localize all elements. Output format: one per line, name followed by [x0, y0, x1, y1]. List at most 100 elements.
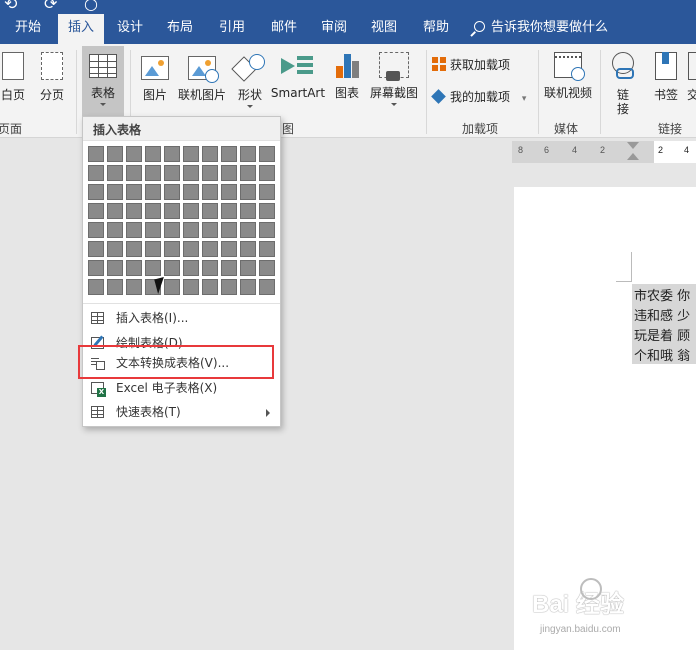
grid-cell[interactable]	[88, 279, 104, 295]
picture-button[interactable]: 图片	[136, 48, 174, 118]
tab-home[interactable]: 开始	[6, 14, 50, 44]
grid-cell[interactable]	[221, 184, 237, 200]
grid-cell[interactable]	[126, 165, 142, 181]
grid-cell[interactable]	[259, 203, 275, 219]
grid-cell[interactable]	[259, 241, 275, 257]
insert-table-item[interactable]: 插入表格(I)...	[83, 306, 280, 331]
grid-cell[interactable]	[164, 146, 180, 162]
grid-cell[interactable]	[221, 241, 237, 257]
grid-cell[interactable]	[240, 241, 256, 257]
grid-cell[interactable]	[183, 222, 199, 238]
grid-cell[interactable]	[88, 184, 104, 200]
grid-cell[interactable]	[202, 146, 218, 162]
grid-cell[interactable]	[240, 165, 256, 181]
grid-cell[interactable]	[240, 222, 256, 238]
grid-cell[interactable]	[88, 222, 104, 238]
grid-cell[interactable]	[107, 184, 123, 200]
grid-cell[interactable]	[183, 184, 199, 200]
grid-cell[interactable]	[164, 222, 180, 238]
selected-text-block[interactable]: 市农委 你 违和感 少 玩是着 顾 个和哦 翁	[632, 284, 696, 364]
grid-cell[interactable]	[259, 222, 275, 238]
grid-cell[interactable]	[183, 146, 199, 162]
grid-cell[interactable]	[107, 165, 123, 181]
grid-cell[interactable]	[221, 279, 237, 295]
grid-cell[interactable]	[107, 279, 123, 295]
indent-marker[interactable]	[627, 141, 639, 163]
grid-cell[interactable]	[107, 241, 123, 257]
grid-cell[interactable]	[164, 184, 180, 200]
grid-cell[interactable]	[240, 184, 256, 200]
grid-cell[interactable]	[183, 279, 199, 295]
customize-icon[interactable]: ○	[84, 0, 98, 13]
tell-me-search[interactable]: 告诉我你想要做什么	[474, 14, 608, 44]
grid-cell[interactable]	[221, 165, 237, 181]
grid-cell[interactable]	[88, 146, 104, 162]
grid-cell[interactable]	[183, 241, 199, 257]
grid-cell[interactable]	[126, 203, 142, 219]
grid-cell[interactable]	[202, 165, 218, 181]
cross-reference-button[interactable]: 交	[686, 48, 696, 118]
grid-cell[interactable]	[164, 241, 180, 257]
grid-cell[interactable]	[107, 146, 123, 162]
grid-cell[interactable]	[240, 203, 256, 219]
blank-page-button[interactable]: 白页	[0, 48, 34, 118]
tab-layout[interactable]: 布局	[158, 14, 202, 44]
tab-mailings[interactable]: 邮件	[262, 14, 306, 44]
grid-cell[interactable]	[145, 165, 161, 181]
grid-cell[interactable]	[145, 241, 161, 257]
grid-cell[interactable]	[202, 184, 218, 200]
page-break-button[interactable]: 分页	[34, 48, 70, 118]
grid-cell[interactable]	[145, 222, 161, 238]
grid-cell[interactable]	[202, 241, 218, 257]
grid-cell[interactable]	[221, 203, 237, 219]
tab-view[interactable]: 视图	[362, 14, 406, 44]
grid-cell[interactable]	[145, 203, 161, 219]
grid-cell[interactable]	[202, 260, 218, 276]
grid-cell[interactable]	[240, 146, 256, 162]
excel-spreadsheet-item[interactable]: Excel 电子表格(X)	[83, 376, 280, 401]
smartart-button[interactable]: SmartArt	[270, 48, 326, 118]
grid-cell[interactable]	[202, 203, 218, 219]
grid-cell[interactable]	[240, 279, 256, 295]
grid-cell[interactable]	[183, 203, 199, 219]
redo-icon[interactable]: ⟳	[44, 0, 57, 13]
grid-cell[interactable]	[164, 203, 180, 219]
grid-cell[interactable]	[221, 146, 237, 162]
quick-tables-item[interactable]: 快速表格(T)	[83, 400, 280, 425]
chart-button[interactable]: 图表	[330, 48, 364, 118]
grid-cell[interactable]	[221, 222, 237, 238]
undo-icon[interactable]: ⟲	[4, 0, 17, 13]
grid-cell[interactable]	[202, 222, 218, 238]
tab-help[interactable]: 帮助	[414, 14, 458, 44]
grid-cell[interactable]	[183, 165, 199, 181]
grid-cell[interactable]	[126, 279, 142, 295]
online-video-button[interactable]: 联机视频	[542, 48, 594, 118]
grid-cell[interactable]	[259, 279, 275, 295]
shapes-button[interactable]: 形状	[232, 48, 268, 118]
grid-cell[interactable]	[107, 203, 123, 219]
table-size-grid[interactable]	[88, 146, 278, 297]
grid-cell[interactable]	[164, 260, 180, 276]
online-picture-button[interactable]: 联机图片	[174, 48, 230, 118]
table-button[interactable]: 表格	[82, 46, 124, 118]
grid-cell[interactable]	[221, 260, 237, 276]
grid-cell[interactable]	[126, 146, 142, 162]
grid-cell[interactable]	[107, 260, 123, 276]
grid-cell[interactable]	[126, 241, 142, 257]
grid-cell[interactable]	[126, 222, 142, 238]
grid-cell[interactable]	[164, 165, 180, 181]
screenshot-button[interactable]: 屏幕截图	[366, 48, 422, 118]
grid-cell[interactable]	[88, 241, 104, 257]
grid-cell[interactable]	[88, 165, 104, 181]
grid-cell[interactable]	[88, 260, 104, 276]
get-addins-button[interactable]: 获取加载项	[432, 54, 510, 76]
grid-cell[interactable]	[145, 184, 161, 200]
grid-cell[interactable]	[126, 260, 142, 276]
grid-cell[interactable]	[107, 222, 123, 238]
tab-review[interactable]: 审阅	[312, 14, 356, 44]
grid-cell[interactable]	[145, 260, 161, 276]
tab-design[interactable]: 设计	[108, 14, 152, 44]
grid-cell[interactable]	[259, 184, 275, 200]
grid-cell[interactable]	[259, 165, 275, 181]
grid-cell[interactable]	[240, 260, 256, 276]
